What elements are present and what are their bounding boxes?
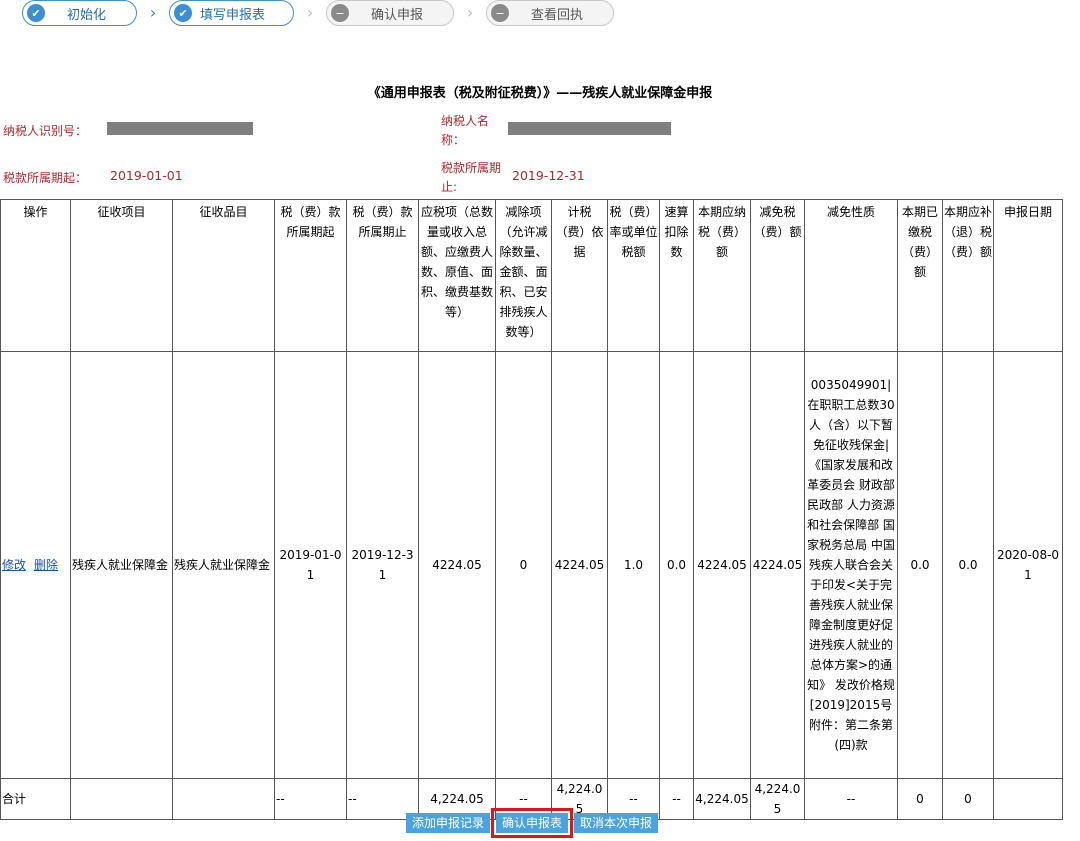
period-start-label: 税款所属期起： xyxy=(3,171,88,185)
page-title: 《通用申报表（税及附征税费）》——残疾人就业保障金申报 xyxy=(367,86,713,101)
cell-end: 2019-12-31 xyxy=(346,351,419,779)
chevron-right-icon: › xyxy=(306,3,314,22)
col-header: 减除项（允许减除数量、金额、面积、已安排残疾人数等） xyxy=(495,199,552,352)
chevron-right-icon: › xyxy=(466,3,474,22)
col-header: 操作 xyxy=(0,199,71,352)
action-buttons: 添加申报记录 确认申报表 取消本次申报 xyxy=(406,808,659,838)
chevron-right-icon: › xyxy=(149,3,157,22)
cell-rate: 1.0 xyxy=(607,351,660,779)
add-record-button[interactable]: 添加申报记录 xyxy=(406,813,491,833)
cell-date: 2020-08-01 xyxy=(993,351,1063,779)
col-header: 申报日期 xyxy=(993,199,1063,352)
taxpayer-id-redacted xyxy=(107,122,253,135)
total-payable: 4,224.05 xyxy=(693,778,751,820)
cell-start: 2019-01-01 xyxy=(274,351,347,779)
cell-quick: 0.0 xyxy=(659,351,694,779)
row-actions: 修改 删除 xyxy=(0,351,71,779)
total-quick: -- xyxy=(659,778,694,820)
col-header: 计税（费）依据 xyxy=(551,199,608,352)
total-empty xyxy=(993,778,1063,820)
cancel-declaration-button[interactable]: 取消本次申报 xyxy=(574,813,659,833)
col-header: 税（费）率或单位税额 xyxy=(607,199,660,352)
col-header: 税（费）款所属期止 xyxy=(346,199,419,352)
table-row: 修改 删除 残疾人就业保障金 残疾人就业保障金 2019-01-01 2019-1… xyxy=(0,351,1063,779)
col-header: 征收品目 xyxy=(172,199,275,352)
delete-link[interactable]: 删除 xyxy=(34,558,58,572)
cell-paid: 0.0 xyxy=(897,351,943,779)
total-start: -- xyxy=(274,778,347,820)
col-header: 减免性质 xyxy=(804,199,898,352)
check-icon: ✔ xyxy=(27,4,45,22)
declaration-table: 操作 征收项目 征收品目 税（费）款所属期起 税（费）款所属期止 应税项（总数量… xyxy=(0,199,1063,820)
cell-subitem: 残疾人就业保障金 xyxy=(172,351,275,779)
col-header: 本期应纳税（费）额 xyxy=(693,199,751,352)
col-header: 税（费）款所属期起 xyxy=(274,199,347,352)
period-end-value: 2019-12-31 xyxy=(512,168,585,183)
minus-icon: − xyxy=(491,4,510,22)
step-receipt[interactable]: − 查看回执 xyxy=(486,0,615,26)
period-end-label: 税款所属期 xyxy=(441,161,502,175)
cell-relief: 4224.05 xyxy=(750,351,805,779)
step-init[interactable]: ✔ 初始化 xyxy=(22,0,138,26)
total-due: 0 xyxy=(942,778,994,820)
check-icon: ✔ xyxy=(174,4,193,22)
cell-taxable: 4224.05 xyxy=(418,351,496,779)
cell-payable: 4224.05 xyxy=(693,351,751,779)
total-label: 合计 xyxy=(0,778,71,820)
col-header: 本期已缴税（费）额 xyxy=(897,199,943,352)
total-empty xyxy=(172,778,275,820)
col-header: 应税项（总数量或收入总额、应缴费人数、原值、面积、缴费基数等） xyxy=(418,199,496,352)
period-start-value: 2019-01-01 xyxy=(110,168,183,183)
total-paid: 0 xyxy=(897,778,943,820)
table-header-row: 操作 征收项目 征收品目 税（费）款所属期起 税（费）款所属期止 应税项（总数量… xyxy=(0,199,1063,352)
col-header: 速算扣除数 xyxy=(659,199,694,352)
minus-icon: − xyxy=(331,4,350,22)
col-header: 本期应补（退）税（费）额 xyxy=(942,199,994,352)
taxpayer-name-label: 纳税人名 xyxy=(441,114,490,128)
taxpayer-name-redacted xyxy=(508,122,671,135)
total-relief: 4,224.05 xyxy=(750,778,805,820)
col-header: 征收项目 xyxy=(70,199,173,352)
cell-basis: 4224.05 xyxy=(551,351,608,779)
cell-deduction: 0 xyxy=(495,351,552,779)
cell-nature: 0035049901|在职职工总数30人（含）以下暂免征收残保金|《国家发展和改… xyxy=(804,351,898,779)
col-header: 减免税（费）额 xyxy=(750,199,805,352)
edit-link[interactable]: 修改 xyxy=(2,558,26,572)
taxpayer-id-label: 纳税人识别号： xyxy=(3,124,88,138)
period-end-label-2: 止: xyxy=(441,180,458,194)
progress-steps: ✔ 初始化 › ✔ 填写申报表 › − 确认申报 › − 查看回执 xyxy=(22,0,615,26)
taxpayer-name-label-2: 称： xyxy=(441,133,466,147)
confirm-declaration-button[interactable]: 确认申报表 xyxy=(491,808,574,838)
total-nature: -- xyxy=(804,778,898,820)
total-empty xyxy=(70,778,173,820)
cell-due: 0.0 xyxy=(942,351,994,779)
step-fill[interactable]: ✔ 填写申报表 xyxy=(169,0,295,26)
step-confirm[interactable]: − 确认申报 xyxy=(326,0,455,26)
cell-item: 残疾人就业保障金 xyxy=(70,351,173,779)
